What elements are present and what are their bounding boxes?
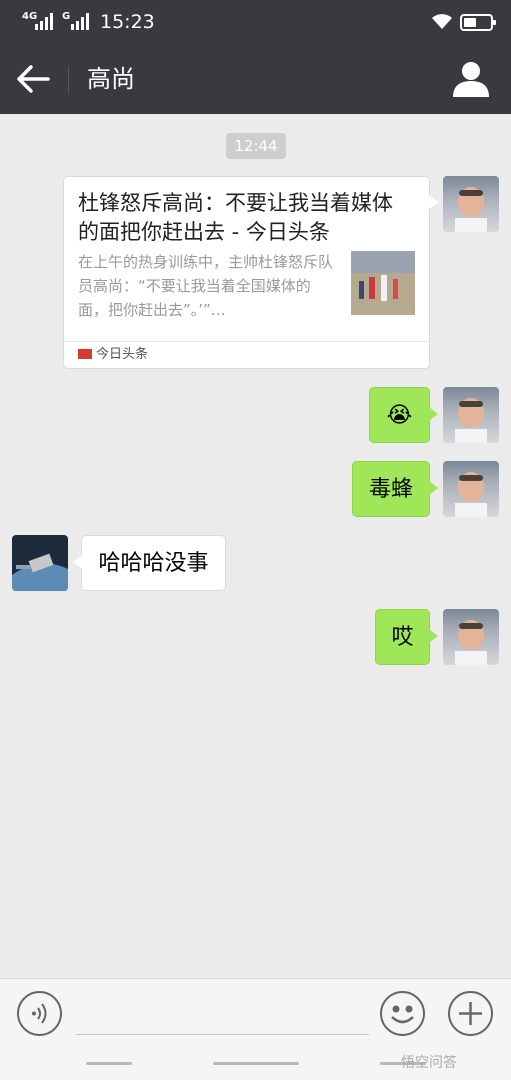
chat-timestamp: 12:44	[226, 133, 286, 159]
message-text: 哈哈哈没事	[98, 551, 209, 576]
article-card[interactable]: 杜锋怒斥高尚：不要让我当着媒体的面把你赶出去 - 今日头条 在上午的热身训练中，…	[63, 176, 439, 369]
nav-home-bar[interactable]	[213, 1062, 299, 1065]
smile-icon[interactable]	[380, 991, 425, 1036]
voice-icon[interactable]	[17, 991, 62, 1036]
message-text: 毒蜂	[368, 477, 413, 502]
plus-icon[interactable]	[448, 991, 493, 1036]
message-text: 😭	[386, 403, 413, 428]
signal-g-label: G	[62, 11, 71, 22]
battery-icon	[460, 14, 496, 31]
avatar[interactable]	[443, 387, 499, 443]
message-text: 哎	[391, 625, 414, 650]
article-thumbnail	[351, 251, 415, 315]
message-bubble-sent[interactable]: 毒蜂	[352, 461, 438, 517]
chat-title: 高尚	[87, 65, 135, 93]
avatar[interactable]	[443, 609, 499, 665]
input-bar: 悟空问答	[0, 978, 511, 1080]
status-time: 15:23	[100, 11, 155, 33]
signal-g-icon: G	[62, 12, 94, 30]
signal-4g-icon: 4G	[22, 12, 54, 30]
arrow-left-icon[interactable]	[16, 64, 52, 94]
toutiao-logo	[78, 349, 92, 359]
title-bar: 高尚	[0, 44, 511, 114]
watermark: 悟空问答	[401, 1055, 457, 1071]
message-bubble-sent[interactable]: 😭	[369, 387, 438, 443]
title-divider	[68, 66, 69, 94]
message-bubble-sent[interactable]: 哎	[375, 609, 438, 665]
avatar[interactable]	[12, 535, 68, 591]
article-source: 今日头条	[96, 347, 149, 362]
card-separator	[64, 341, 429, 342]
article-title: 杜锋怒斥高尚：不要让我当着媒体的面把你赶出去 - 今日头条	[78, 191, 393, 244]
wifi-icon	[432, 14, 452, 29]
avatar[interactable]	[443, 461, 499, 517]
nav-menu-bar[interactable]	[86, 1062, 132, 1065]
avatar[interactable]	[443, 176, 499, 232]
message-input[interactable]	[76, 1034, 369, 1035]
person-icon[interactable]	[452, 61, 490, 97]
article-description: 在上午的热身训练中，主帅杜锋怒斥队员高尚：“不要让我当着全国媒体的面，把你赶出去…	[78, 253, 334, 319]
message-bubble-received[interactable]: 哈哈哈没事	[73, 535, 226, 591]
status-bar: 4G G 15:23	[0, 0, 511, 44]
